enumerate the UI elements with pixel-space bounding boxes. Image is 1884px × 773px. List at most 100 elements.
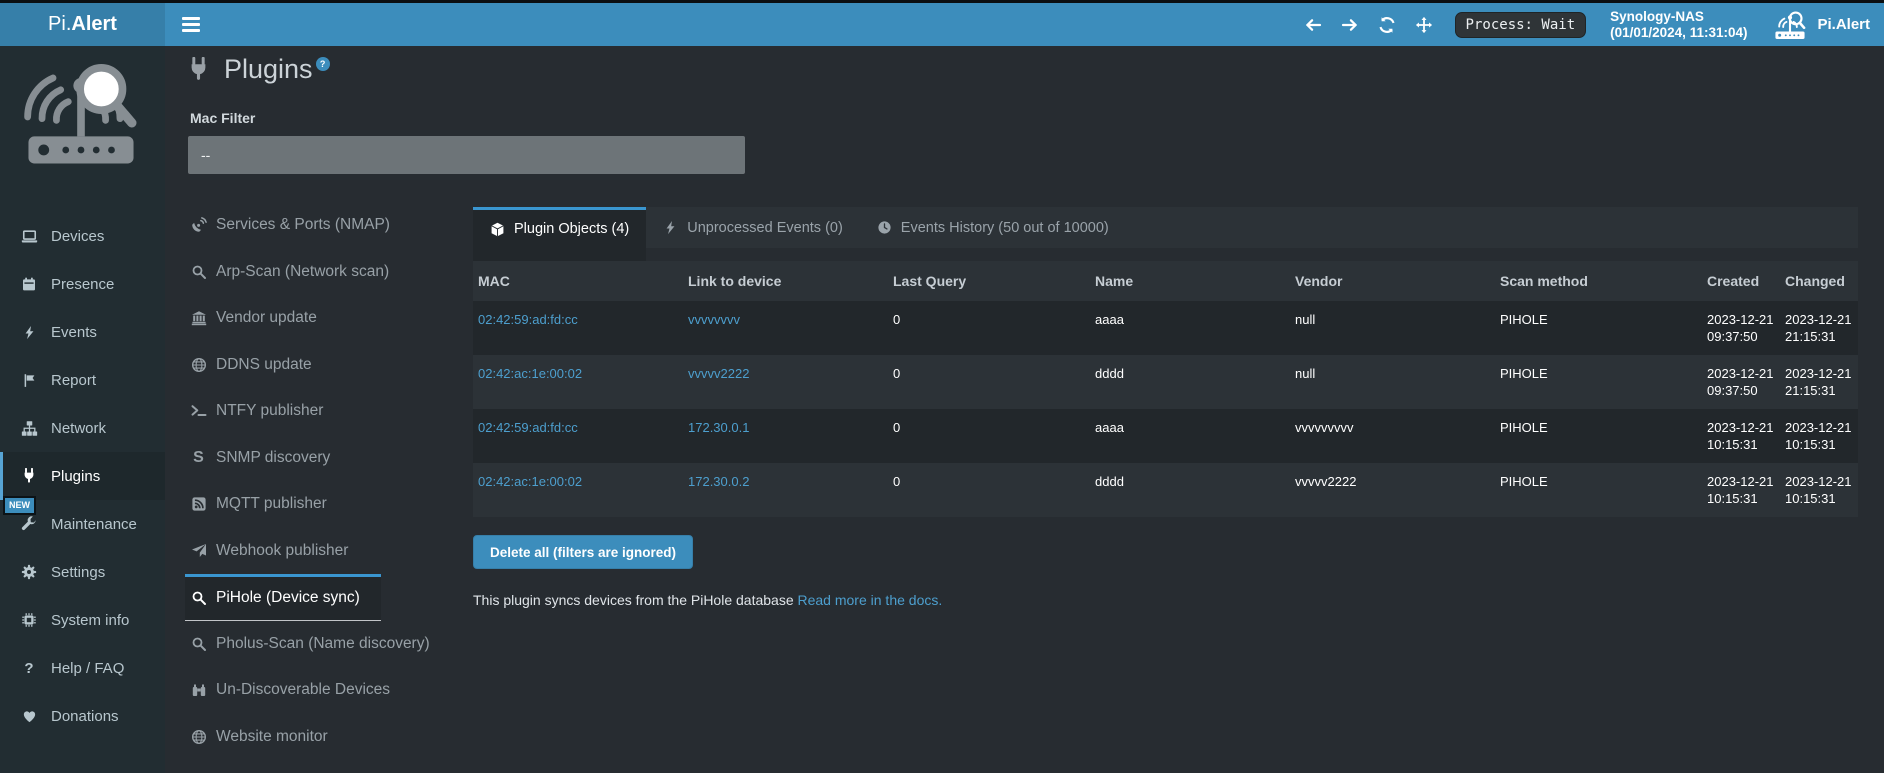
search-icon xyxy=(190,635,207,652)
move-arrows-icon[interactable] xyxy=(1415,16,1433,34)
plugin-objects-table: MAC Link to device Last Query Name Vendo… xyxy=(473,261,1858,517)
forward-arrow-icon[interactable] xyxy=(1341,16,1359,34)
col-changed: Changed xyxy=(1780,261,1858,301)
sidebar-item-report[interactable]: Report xyxy=(0,356,165,404)
question-icon: ? xyxy=(20,659,38,677)
tab-label: Events History (50 out of 10000) xyxy=(901,220,1109,236)
col-last-query: Last Query xyxy=(888,261,1090,301)
sidebar-item-help-faq[interactable]: ? Help / FAQ xyxy=(0,644,165,692)
sidebar-item-donations[interactable]: Donations xyxy=(0,692,165,740)
changed-cell: 2023-12-21 21:15:31 xyxy=(1780,355,1858,409)
plugin-nav-label: Pholus-Scan (Name discovery) xyxy=(216,635,430,653)
plugin-nav-item-ntfy[interactable]: NTFY publisher xyxy=(185,388,381,435)
name-cell: aaaa xyxy=(1090,301,1290,355)
pialert-logo xyxy=(20,55,142,167)
gear-icon xyxy=(20,563,38,581)
col-link-to-device: Link to device xyxy=(683,261,888,301)
sidebar-item-label: System info xyxy=(51,612,129,629)
tab-events-history[interactable]: Events History (50 out of 10000) xyxy=(860,207,1126,248)
plugin-nav-label: Website monitor xyxy=(216,728,328,746)
delete-all-button[interactable]: Delete all (filters are ignored) xyxy=(473,535,693,569)
sidebar-item-label: Report xyxy=(51,372,96,389)
last-query-cell: 0 xyxy=(888,355,1090,409)
sidebar-item-label: Presence xyxy=(51,276,114,293)
mac-link[interactable]: 02:42:59:ad:fd:cc xyxy=(478,420,578,435)
sidebar-item-label: Settings xyxy=(51,564,105,581)
sidebar-item-events[interactable]: Events xyxy=(0,308,165,356)
host-name: Synology-NAS xyxy=(1610,9,1747,25)
device-link[interactable]: 172.30.0.2 xyxy=(688,474,749,489)
host-time: (01/01/2024, 11:31:04) xyxy=(1610,25,1747,41)
clock-icon xyxy=(877,220,892,235)
sidebar-item-network[interactable]: Network xyxy=(0,404,165,452)
mac-filter-input[interactable] xyxy=(188,136,745,174)
hamburger-menu-icon[interactable] xyxy=(182,14,200,36)
page-title: Plugins ? xyxy=(186,54,330,85)
plugin-nav-item-webhook[interactable]: Webhook publisher xyxy=(185,528,381,575)
plug-icon xyxy=(186,57,211,82)
bank-icon xyxy=(190,310,207,327)
sidebar-item-settings[interactable]: Settings xyxy=(0,548,165,596)
plugin-nav-item-snmp[interactable]: S SNMP discovery xyxy=(185,435,381,482)
table-row: 02:42:59:ad:fd:cc vvvvvvvv 0 aaaa null P… xyxy=(473,301,1858,355)
col-scan-method: Scan method xyxy=(1495,261,1702,301)
name-cell: aaaa xyxy=(1090,409,1290,463)
col-created: Created xyxy=(1702,261,1780,301)
device-link[interactable]: vvvvvvvv xyxy=(688,312,740,327)
refresh-icon[interactable] xyxy=(1378,16,1396,34)
sidebar-item-presence[interactable]: Presence xyxy=(0,260,165,308)
device-link[interactable]: 172.30.0.1 xyxy=(688,420,749,435)
host-info: Synology-NAS (01/01/2024, 11:31:04) xyxy=(1610,9,1747,41)
plugin-note-text: This plugin syncs devices from the PiHol… xyxy=(473,592,794,608)
plugin-nav-item-pholus[interactable]: Pholus-Scan (Name discovery) xyxy=(185,621,381,668)
device-link[interactable]: vvvvv2222 xyxy=(688,366,749,381)
created-cell: 2023-12-21 10:15:31 xyxy=(1702,463,1780,517)
vendor-cell: vvvvvvvvv xyxy=(1290,409,1495,463)
sidebar-item-label: Devices xyxy=(51,228,104,245)
plugin-nav-item-nmap[interactable]: Services & Ports (NMAP) xyxy=(185,202,381,249)
send-icon xyxy=(190,542,207,559)
plugin-nav-item-arp-scan[interactable]: Arp-Scan (Network scan) xyxy=(185,249,381,296)
docs-link[interactable]: Read more in the docs. xyxy=(798,592,943,608)
col-name: Name xyxy=(1090,261,1290,301)
mac-link[interactable]: 02:42:59:ad:fd:cc xyxy=(478,312,578,327)
satellite-dish-icon xyxy=(190,217,207,234)
binoculars-icon xyxy=(190,682,207,699)
sidebar-item-devices[interactable]: Devices xyxy=(0,212,165,260)
plugin-nav-item-vendor-update[interactable]: Vendor update xyxy=(185,295,381,342)
last-query-cell: 0 xyxy=(888,463,1090,517)
mac-link[interactable]: 02:42:ac:1e:00:02 xyxy=(478,366,582,381)
mac-link[interactable]: 02:42:ac:1e:00:02 xyxy=(478,474,582,489)
calendar-icon xyxy=(20,275,38,293)
sidebar-item-system-info[interactable]: System info xyxy=(0,596,165,644)
tab-unprocessed-events[interactable]: Unprocessed Events (0) xyxy=(646,207,860,248)
plugin-nav-item-ddns-update[interactable]: DDNS update xyxy=(185,342,381,389)
tab-plugin-objects[interactable]: Plugin Objects (4) xyxy=(473,207,646,248)
pialert-router-icon xyxy=(1773,9,1807,40)
brand-logo[interactable]: Pi.Alert xyxy=(0,3,165,46)
sidebar-item-maintenance[interactable]: NEW Maintenance xyxy=(0,500,165,548)
flag-icon xyxy=(20,371,38,389)
microchip-icon xyxy=(20,611,38,629)
plugin-nav-label: PiHole (Device sync) xyxy=(216,589,360,607)
plugin-nav-item-undiscoverable[interactable]: Un-Discoverable Devices xyxy=(185,667,381,714)
mac-filter-label: Mac Filter xyxy=(190,110,255,126)
sidebar-item-plugins[interactable]: Plugins xyxy=(0,452,165,500)
col-mac: MAC xyxy=(473,261,683,301)
bolt-icon xyxy=(663,220,678,235)
plugin-nav-item-website-monitor[interactable]: Website monitor xyxy=(185,714,381,761)
sidebar-item-label: Network xyxy=(51,420,106,437)
plugin-nav-item-pihole[interactable]: PiHole (Device sync) xyxy=(185,574,381,621)
globe-icon xyxy=(190,728,207,745)
plugin-nav-item-mqtt[interactable]: MQTT publisher xyxy=(185,481,381,528)
back-arrow-icon[interactable] xyxy=(1304,16,1322,34)
cube-icon xyxy=(490,222,505,237)
search-icon xyxy=(190,590,207,607)
process-status-badge[interactable]: Process: Wait xyxy=(1455,12,1587,38)
table-row: 02:42:ac:1e:00:02 vvvvv2222 0 dddd null … xyxy=(473,355,1858,409)
changed-cell: 2023-12-21 10:15:31 xyxy=(1780,409,1858,463)
sitemap-icon xyxy=(20,419,38,437)
vendor-cell: null xyxy=(1290,355,1495,409)
sidebar-item-label: Events xyxy=(51,324,97,341)
help-badge[interactable]: ? xyxy=(316,57,330,71)
